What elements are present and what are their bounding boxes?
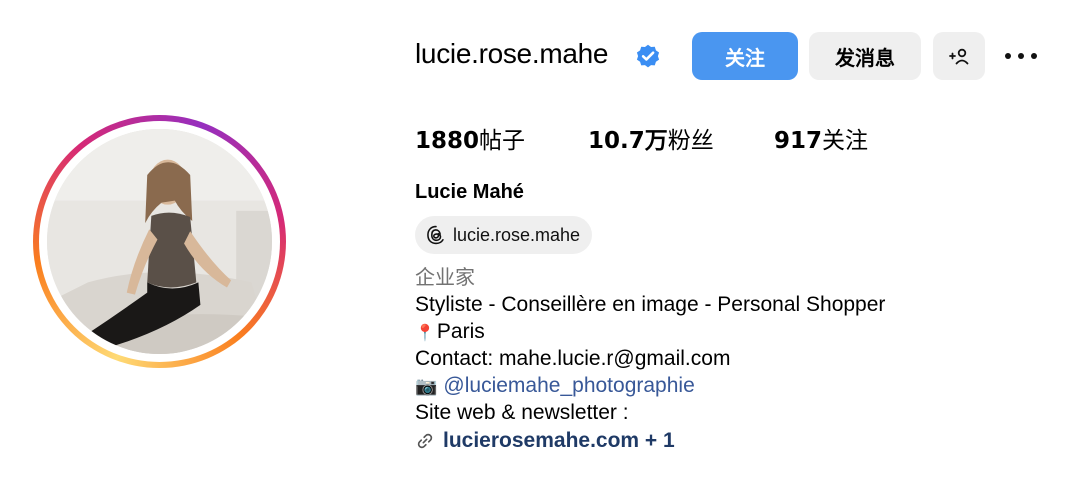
bio-line: Styliste - Conseillère en image - Person…: [415, 293, 886, 316]
verified-badge-icon: [636, 44, 660, 68]
link-icon: [417, 433, 433, 448]
more-dot: [1005, 53, 1011, 59]
bio-mention: 📷 @luciemahe_photographie: [415, 372, 695, 400]
profile-full-name: Lucie Mahé: [415, 181, 524, 203]
threads-handle: lucie.rose.mahe: [453, 224, 581, 245]
more-options-button[interactable]: [1001, 43, 1041, 69]
following-count[interactable]: 917关注: [774, 121, 868, 155]
bio-contact: Contact: mahe.lucie.r@gmail.com: [415, 347, 731, 370]
avatar-inner-ring: [39, 121, 280, 362]
mention-link[interactable]: @luciemahe_photographie: [443, 374, 694, 397]
avatar-photo: [47, 129, 272, 354]
threads-badge[interactable]: lucie.rose.mahe: [415, 216, 593, 254]
posts-value: 1880: [415, 128, 480, 154]
more-dot: [1018, 53, 1024, 59]
followers-value: 10.7万: [588, 128, 668, 154]
message-button[interactable]: 发消息: [809, 32, 921, 80]
bio-location: 📍Paris: [415, 318, 485, 347]
followers-label: 粉丝: [667, 128, 714, 154]
followers-count[interactable]: 10.7万粉丝: [588, 121, 714, 155]
profile-avatar[interactable]: [33, 115, 286, 368]
add-person-icon: [949, 48, 969, 65]
bio-site-label: Site web & newsletter :: [415, 401, 629, 424]
suggest-accounts-button[interactable]: [933, 32, 985, 80]
following-value: 917: [774, 128, 823, 154]
camera-icon: 📷: [415, 376, 438, 396]
avatar-photo-illustration: [47, 129, 272, 354]
profile-username: lucie.rose.mahe: [415, 38, 609, 69]
posts-label: 帖子: [479, 128, 526, 154]
follow-button[interactable]: 关注: [692, 32, 798, 80]
more-dot: [1031, 53, 1037, 59]
pin-icon: 📍: [415, 325, 435, 342]
following-label: 关注: [822, 128, 869, 154]
external-link-text: lucierosemahe.com + 1: [443, 429, 675, 452]
location-text: Paris: [436, 320, 485, 343]
profile-category: 企业家: [415, 265, 475, 289]
posts-count: 1880帖子: [415, 121, 525, 155]
external-link[interactable]: lucierosemahe.com + 1: [415, 427, 675, 454]
threads-icon: [427, 225, 444, 245]
